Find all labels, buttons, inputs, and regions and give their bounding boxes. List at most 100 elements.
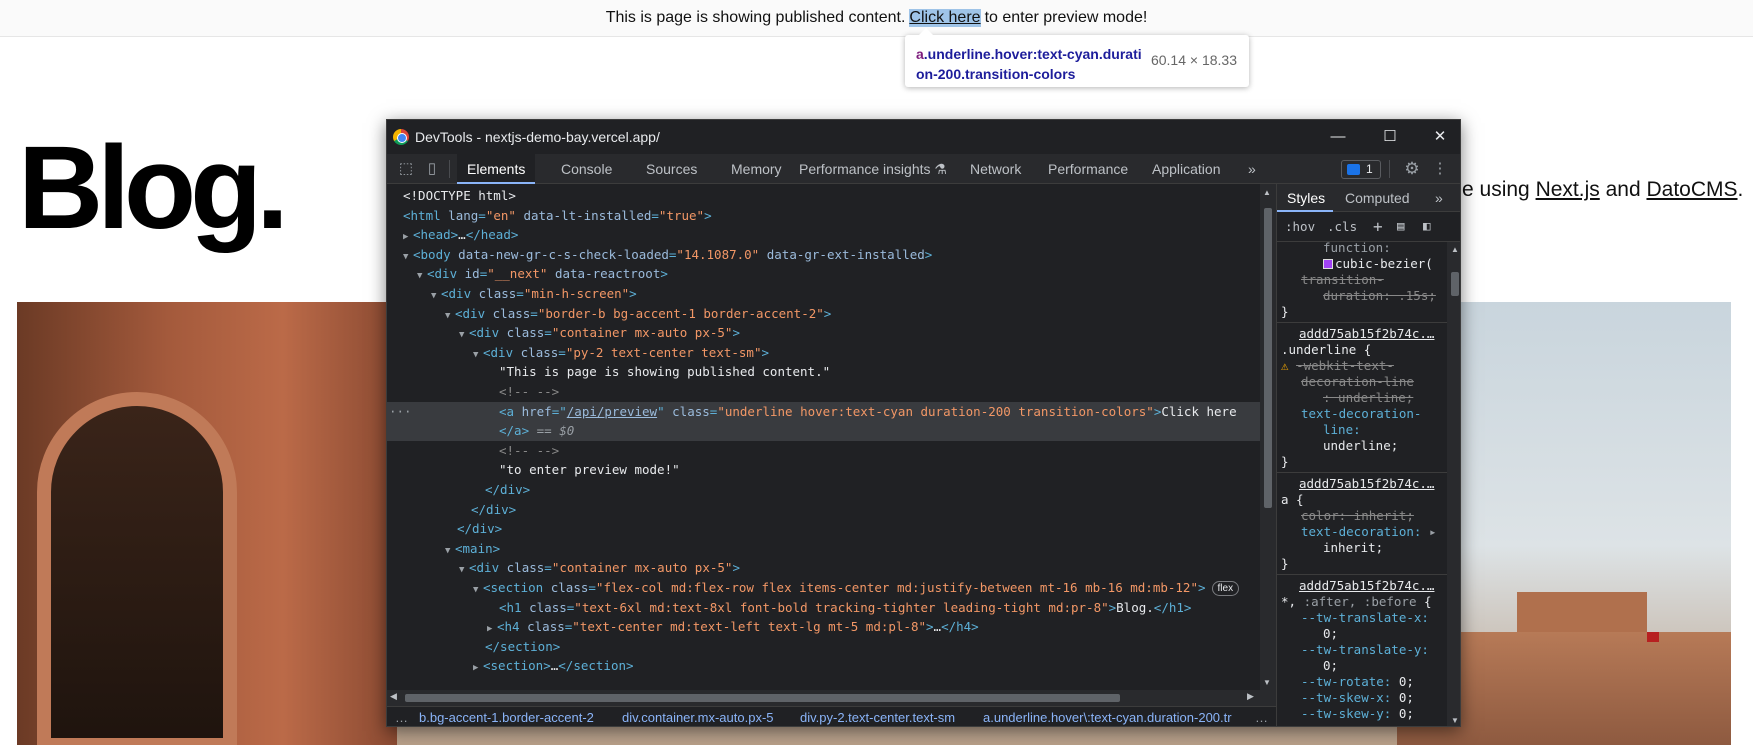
scroll-up-icon[interactable]: ▲ bbox=[1263, 188, 1271, 197]
window-title: DevTools - nextjs-demo-bay.vercel.app/ bbox=[415, 129, 660, 145]
scrollbar-thumb[interactable] bbox=[1264, 208, 1272, 508]
dom-node[interactable]: ▼ <div class="container mx-auto px-5"> bbox=[387, 323, 1260, 343]
tab-sources[interactable]: Sources bbox=[636, 154, 707, 184]
scroll-down-icon[interactable]: ▼ bbox=[1263, 678, 1271, 687]
styles-rules[interactable]: function: cubic-bezier( transition- dura… bbox=[1277, 242, 1447, 726]
datocms-link[interactable]: DatoCMS bbox=[1646, 178, 1737, 201]
flag-icon bbox=[1647, 632, 1659, 642]
dom-node[interactable]: </section> bbox=[387, 637, 1260, 657]
breadcrumb: … b.bg-accent-1.border-accent-2 div.cont… bbox=[387, 706, 1276, 726]
breadcrumb-item-selected[interactable]: a.underline.hover\:text-cyan.duration-20… bbox=[983, 710, 1232, 725]
nextjs-link[interactable]: Next.js bbox=[1536, 178, 1600, 201]
tab-performance[interactable]: Performance bbox=[1038, 154, 1138, 184]
dom-text-node[interactable]: "This is page is showing published conte… bbox=[387, 362, 1260, 382]
tab-application[interactable]: Application bbox=[1142, 154, 1231, 184]
hov-toggle[interactable]: :hov bbox=[1285, 219, 1315, 234]
expand-triangle-icon[interactable]: ▸ bbox=[1429, 524, 1437, 539]
tab-network[interactable]: Network bbox=[960, 154, 1031, 184]
inspect-element-icon[interactable]: ⬚ bbox=[397, 160, 415, 178]
elements-vertical-scrollbar[interactable]: ▲ ▼ bbox=[1260, 184, 1276, 690]
paint-brush-icon[interactable]: ▤ bbox=[1397, 218, 1405, 233]
cls-toggle[interactable]: .cls bbox=[1327, 219, 1357, 234]
easing-swatch-icon[interactable] bbox=[1323, 259, 1333, 269]
styles-pane: Styles Computed » :hov .cls + ▤ ◧ functi… bbox=[1276, 184, 1460, 726]
breadcrumb-item[interactable]: div.container.mx-auto.px-5 bbox=[622, 710, 774, 725]
device-toolbar-icon[interactable]: ▯ bbox=[423, 160, 441, 178]
stylesheet-source-link[interactable]: addd75ab15f2b74c.… bbox=[1299, 326, 1434, 341]
scrollbar-thumb[interactable] bbox=[1451, 272, 1459, 296]
flex-badge[interactable]: flex bbox=[1211, 581, 1240, 596]
dom-node[interactable]: <h1 class="text-6xl md:text-8xl font-bol… bbox=[387, 598, 1260, 618]
dom-node[interactable]: ▼ <div class="border-b bg-accent-1 border… bbox=[387, 304, 1260, 324]
browser-viewport: This is page is showing published conten… bbox=[0, 0, 1753, 745]
computed-sidebar-icon[interactable]: ◧ bbox=[1423, 218, 1431, 233]
preview-link[interactable]: Click here bbox=[909, 9, 981, 27]
tab-styles[interactable]: Styles bbox=[1287, 190, 1325, 206]
scroll-up-icon[interactable]: ▲ bbox=[1451, 245, 1459, 254]
tab-elements[interactable]: Elements bbox=[457, 154, 536, 184]
dom-node[interactable]: <html lang="en" data-lt-installed="true"… bbox=[387, 206, 1260, 226]
gear-icon[interactable]: ⚙ bbox=[1403, 160, 1421, 178]
new-rule-button[interactable]: + bbox=[1373, 217, 1383, 236]
breadcrumb-overflow[interactable]: … bbox=[1255, 710, 1268, 725]
dom-text-node[interactable]: "to enter preview mode!" bbox=[387, 460, 1260, 480]
dom-node[interactable]: ▶ <head>…</head> bbox=[387, 225, 1260, 245]
minimize-button[interactable]: — bbox=[1316, 124, 1360, 150]
devtools-titlebar[interactable]: DevTools - nextjs-demo-bay.vercel.app/ —… bbox=[387, 120, 1460, 154]
toolbar-divider bbox=[1389, 160, 1390, 178]
breadcrumb-item[interactable]: div.py-2.text-center.text-sm bbox=[800, 710, 955, 725]
scroll-down-icon[interactable]: ▼ bbox=[1451, 716, 1459, 725]
breadcrumb-item[interactable]: b.bg-accent-1.border-accent-2 bbox=[419, 710, 594, 725]
dom-comment-node[interactable]: <!-- --> bbox=[387, 441, 1260, 461]
more-tabs-button[interactable]: » bbox=[1238, 154, 1266, 184]
styles-more-tabs-button[interactable]: » bbox=[1435, 190, 1443, 206]
banner-text-after: to enter preview mode! bbox=[984, 9, 1148, 26]
elements-dom-tree[interactable]: <!DOCTYPE html> <html lang="en" data-lt-… bbox=[387, 184, 1260, 690]
dom-node[interactable]: ▶ <section>…</section> bbox=[387, 656, 1260, 676]
devtools-tabbar: ⬚ ▯ Elements Console Sources Memory Perf… bbox=[387, 154, 1460, 184]
close-button[interactable]: ✕ bbox=[1418, 124, 1460, 150]
dom-node[interactable]: </div> bbox=[387, 480, 1260, 500]
toolbar-divider bbox=[449, 160, 450, 178]
tab-performance-insights[interactable]: Performance insights ⚗ bbox=[789, 154, 957, 184]
expand-arrow-icon[interactable]: ▶ bbox=[473, 659, 483, 679]
hero-building-left bbox=[17, 302, 397, 745]
dom-node[interactable]: ▼ <div class="min-h-screen"> bbox=[387, 284, 1260, 304]
issues-badge[interactable]: 1 bbox=[1341, 160, 1381, 179]
message-icon bbox=[1347, 164, 1360, 175]
warning-icon: ⚠ bbox=[1281, 358, 1289, 373]
dom-node[interactable]: </div> bbox=[387, 500, 1260, 520]
dom-node-selected[interactable]: ··· <a href="/api/preview" class="underli… bbox=[387, 401, 1260, 422]
breadcrumb-overflow[interactable]: … bbox=[395, 710, 408, 725]
dom-node[interactable]: ▼ <section class="flex-col md:flex-row fl… bbox=[387, 578, 1260, 598]
styles-vertical-scrollbar[interactable]: ▲ ▼ bbox=[1447, 242, 1460, 726]
stylesheet-source-link[interactable]: addd75ab15f2b74c.… bbox=[1299, 476, 1434, 491]
scrollbar-thumb[interactable] bbox=[405, 694, 1120, 702]
tab-memory[interactable]: Memory bbox=[721, 154, 792, 184]
tab-computed[interactable]: Computed bbox=[1345, 190, 1410, 206]
dom-node[interactable]: ▶ <h4 class="text-center md:text-left tex… bbox=[387, 617, 1260, 637]
dom-comment-node[interactable]: <!-- --> bbox=[387, 382, 1260, 402]
maximize-button[interactable]: ☐ bbox=[1368, 124, 1412, 150]
hero-arch bbox=[37, 392, 237, 745]
stylesheet-source-link[interactable]: addd75ab15f2b74c.… bbox=[1299, 578, 1434, 593]
dom-node[interactable]: <!DOCTYPE html> bbox=[387, 186, 1260, 206]
flask-icon: ⚗ bbox=[934, 161, 947, 177]
dom-node[interactable]: </div> bbox=[387, 519, 1260, 539]
scroll-right-icon[interactable]: ▶ bbox=[1247, 691, 1254, 702]
banner-text: This is page is showing published conten… bbox=[605, 9, 906, 26]
dom-node[interactable]: ▼ <body data-new-gr-c-s-check-loaded="14.… bbox=[387, 245, 1260, 265]
dom-node-selected-close[interactable]: </a> == $0 bbox=[387, 421, 1260, 441]
more-options-icon[interactable]: ··· bbox=[389, 402, 412, 422]
dom-node[interactable]: ▼ <div id="__next" data-reactroot> bbox=[387, 264, 1260, 284]
dom-node[interactable]: ▼ <div class="py-2 text-center text-sm"> bbox=[387, 343, 1260, 363]
blog-subtitle: e using Next.js and DatoCMS. bbox=[1462, 178, 1744, 201]
dom-node[interactable]: ▼ <div class="container mx-auto px-5"> bbox=[387, 558, 1260, 578]
blog-title: Blog. bbox=[18, 122, 289, 254]
scroll-left-icon[interactable]: ◀ bbox=[390, 691, 397, 702]
kebab-menu-icon[interactable]: ⋮ bbox=[1431, 160, 1449, 178]
preview-banner: This is page is showing published conten… bbox=[0, 0, 1753, 37]
tab-console[interactable]: Console bbox=[551, 154, 622, 184]
elements-horizontal-scrollbar[interactable]: ◀ ▶ bbox=[387, 690, 1276, 706]
dom-node[interactable]: ▼ <main> bbox=[387, 539, 1260, 559]
